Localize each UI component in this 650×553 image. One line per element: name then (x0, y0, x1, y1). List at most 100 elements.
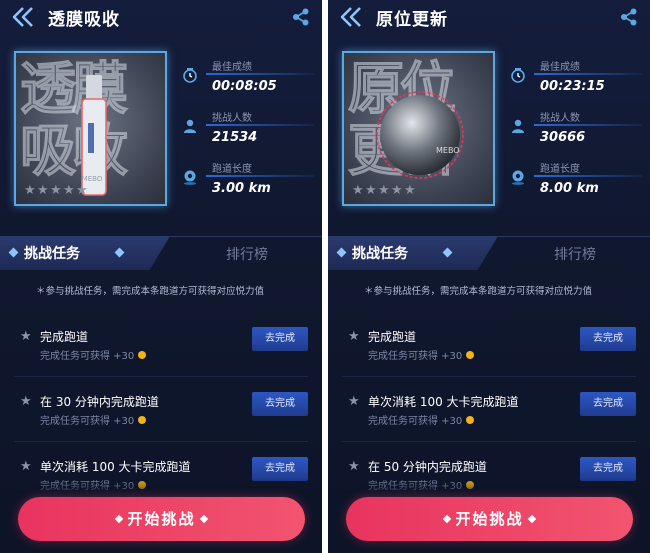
task-title: 完成跑道 (368, 330, 417, 344)
share-icon[interactable] (292, 8, 310, 26)
page-title: 原位更新 (376, 10, 448, 30)
task-reward: 完成任务可获得 +30 (368, 412, 475, 427)
star-icon: ★ (352, 183, 365, 198)
start-challenge-button[interactable]: 开始挑战 (18, 497, 305, 541)
stat-value: 30666 (540, 130, 586, 145)
tab-bar: 挑战任务 排行榜 (328, 236, 650, 270)
trophy-icon (182, 67, 198, 83)
go-complete-button[interactable]: 去完成 (580, 327, 636, 351)
coin-icon (138, 351, 147, 359)
top-bar: 透膜吸收 (0, 0, 322, 36)
task-reward-text: 完成任务可获得 +30 (368, 416, 463, 427)
stat-underline (534, 73, 642, 75)
stat-row: 挑战人数 21534 (182, 106, 314, 157)
tab-challenge-tasks-label: 挑战任务 (24, 246, 80, 262)
stat-label: 跑道长度 (540, 164, 580, 175)
page-title: 透膜吸收 (48, 10, 120, 30)
task-item: ★ 单次消耗 100 大卡完成跑道完成任务可获得 +30 去完成 (328, 385, 650, 447)
task-reward-text: 完成任务可获得 +30 (40, 416, 135, 427)
task-title: 完成跑道 (40, 330, 89, 344)
star-icon: ★ (24, 183, 37, 198)
stat-underline (206, 124, 314, 126)
track-cover-image[interactable]: 透膜吸收 MEBO ★★★★★ (14, 51, 167, 206)
task-reward-text: 完成任务可获得 +30 (368, 351, 463, 362)
task-divider (14, 441, 308, 442)
go-complete-button[interactable]: 去完成 (252, 327, 308, 351)
stat-label: 最佳成绩 (540, 62, 580, 73)
coin-icon (466, 351, 475, 359)
task-reward-text: 完成任务可获得 +30 (40, 351, 135, 362)
task-star-icon: ★ (20, 329, 32, 344)
star-icon: ★ (378, 183, 391, 198)
tab-challenge-tasks[interactable]: 挑战任务 (328, 236, 498, 270)
tab-diamond-left-icon (336, 247, 347, 258)
coin-icon (466, 416, 475, 424)
task-divider (342, 376, 636, 377)
back-chevron-icon[interactable] (10, 5, 36, 29)
task-reward: 完成任务可获得 +30 (368, 347, 475, 362)
start-challenge-button[interactable]: 开始挑战 (346, 497, 633, 541)
stat-row: 挑战人数 30666 (510, 106, 642, 157)
task-divider (14, 376, 308, 377)
stats-panel: 最佳成绩 00:08:05 挑战人数 21534 跑道长度 3.00 km (182, 55, 314, 208)
sphere-label: MEBO (436, 146, 460, 155)
task-star-icon: ★ (348, 329, 360, 344)
tab-challenge-tasks-label: 挑战任务 (352, 246, 408, 262)
location-icon (182, 169, 198, 185)
tab-leaderboard-label: 排行榜 (226, 247, 268, 263)
person-icon (510, 118, 526, 134)
stat-label: 挑战人数 (540, 113, 580, 124)
tab-bar: 挑战任务 排行榜 (0, 236, 322, 270)
tab-challenge-tasks[interactable]: 挑战任务 (0, 236, 170, 270)
stat-label: 挑战人数 (212, 113, 252, 124)
task-star-icon: ★ (20, 394, 32, 409)
stat-underline (206, 175, 314, 177)
tab-diamond-left-icon (8, 247, 19, 258)
start-challenge-label: 开始挑战 (455, 510, 524, 528)
tab-diamond-right-icon (114, 247, 125, 258)
stat-label: 跑道长度 (212, 164, 252, 175)
stat-value: 8.00 km (540, 181, 599, 196)
stat-value: 00:08:05 (212, 79, 277, 94)
task-title: 在 30 分钟内完成跑道 (40, 395, 159, 409)
stat-value: 3.00 km (212, 181, 271, 196)
stat-underline (206, 73, 314, 75)
share-icon[interactable] (620, 8, 638, 26)
star-icon: ★ (404, 183, 417, 198)
star-icon: ★ (50, 183, 63, 198)
stat-row: 跑道长度 8.00 km (510, 157, 642, 208)
person-icon (182, 118, 198, 134)
bottle-label: MEBO (82, 175, 103, 183)
stat-value: 21534 (212, 130, 258, 145)
task-divider (342, 441, 636, 442)
star-icon: ★ (63, 183, 76, 198)
trophy-icon (510, 67, 526, 83)
task-title: 单次消耗 100 大卡完成跑道 (40, 460, 191, 474)
task-reward: 完成任务可获得 +30 (40, 347, 147, 362)
task-item: ★ 在 30 分钟内完成跑道 完成任务可获得 +30 去完成 (0, 385, 322, 447)
star-icon: ★ (365, 183, 378, 198)
go-complete-button[interactable]: 去完成 (580, 392, 636, 416)
task-title: 单次消耗 100 大卡完成跑道 (368, 395, 519, 409)
tab-leaderboard[interactable]: 排行榜 (170, 236, 322, 270)
stat-underline (534, 124, 642, 126)
stat-row: 跑道长度 3.00 km (182, 157, 314, 208)
phone-screen-right: 原位更新 原位更新 MEBO ★★★★★ 最佳成绩 00:23:15 挑战人数 306… (328, 0, 650, 553)
track-cover-image[interactable]: 原位更新 MEBO ★★★★★ (342, 51, 495, 206)
stat-row: 最佳成绩 00:23:15 (510, 55, 642, 106)
go-complete-button[interactable]: 去完成 (252, 392, 308, 416)
back-chevron-icon[interactable] (338, 5, 364, 29)
star-icon: ★ (391, 183, 404, 198)
phone-screen-left: 透膜吸收 透膜吸收 MEBO ★★★★★ 最佳成绩 00:08:05 挑战人数 215… (0, 0, 322, 553)
task-star-icon: ★ (20, 459, 32, 474)
tab-leaderboard[interactable]: 排行榜 (498, 236, 650, 270)
task-item: ★ 完成跑道完成任务可获得 +30 去完成 (328, 320, 650, 382)
rating-stars: ★★★★★ (352, 183, 417, 198)
location-icon (510, 169, 526, 185)
star-icon: ★ (76, 183, 89, 198)
task-item: ★ 完成跑道完成任务可获得 +30 去完成 (0, 320, 322, 382)
stat-value: 00:23:15 (540, 79, 605, 94)
tab-leaderboard-label: 排行榜 (554, 247, 596, 263)
task-note: ＊参与挑战任务，需完成本条跑道方可获得对应悦力值 (36, 286, 265, 297)
task-title: 在 50 分钟内完成跑道 (368, 460, 487, 474)
